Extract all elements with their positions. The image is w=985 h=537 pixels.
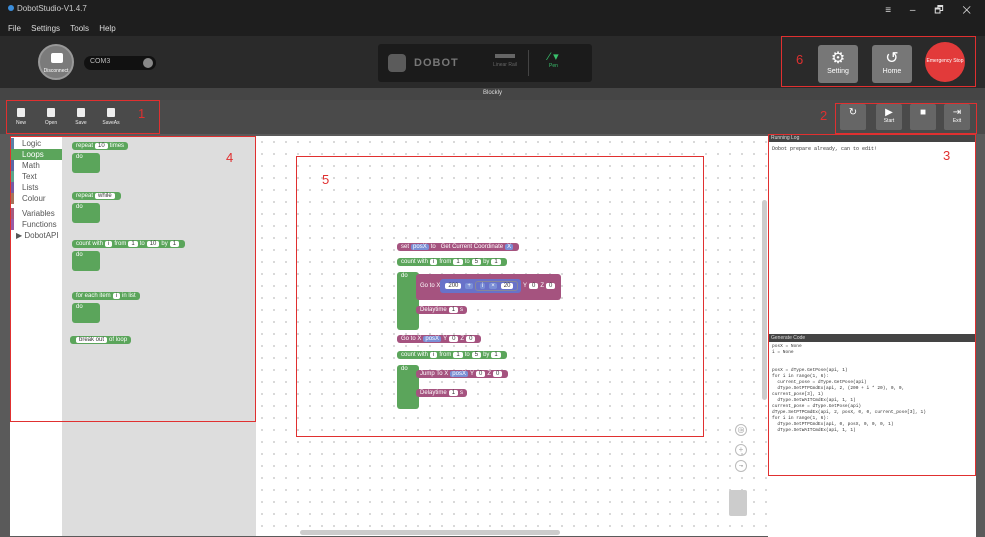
zoom-out-icon[interactable]: − [735, 460, 747, 472]
annotation-label-3: 3 [943, 148, 951, 163]
menu-help[interactable]: Help [99, 24, 115, 33]
annotation-label-4: 4 [226, 150, 234, 165]
zoom-in-icon[interactable]: + [735, 444, 747, 456]
zoom-reset-icon[interactable]: ◎ [735, 424, 747, 436]
right-panel-blank [768, 476, 976, 537]
refresh-icon[interactable] [143, 58, 153, 68]
trash-icon[interactable] [729, 490, 747, 516]
annotation-label-6: 6 [796, 52, 804, 67]
annotation-box-3 [768, 134, 976, 476]
tool-pen[interactable]: ⁄ ▾ Pen [528, 50, 578, 76]
tool-linear-rail[interactable]: Linear Rail [490, 50, 520, 76]
menu-bar: File Settings Tools Help [0, 22, 985, 36]
device-panel: DOBOT Linear Rail ⁄ ▾ Pen [378, 44, 592, 82]
menu-file[interactable]: File [8, 24, 21, 33]
port-value: COM3 [90, 58, 111, 65]
dobot-logo-icon [388, 54, 406, 72]
close-button[interactable]: ✕ [962, 5, 979, 16]
annotation-label-1: 1 [138, 106, 146, 121]
annotation-label-5: 5 [322, 172, 330, 187]
restore-button[interactable]: 🗗 [934, 5, 951, 16]
connect-button[interactable]: Disconnect [38, 44, 74, 80]
menu-tools[interactable]: Tools [70, 24, 89, 33]
workspace-horizontal-scrollbar[interactable] [300, 530, 560, 535]
minimize-button[interactable]: – [910, 5, 924, 16]
studio-title: Blockly [482, 90, 502, 96]
plug-icon [51, 53, 63, 63]
tool-linear-label: Linear Rail [493, 62, 517, 68]
workspace-vertical-scrollbar[interactable] [762, 200, 767, 400]
annotation-box-6 [781, 36, 976, 87]
pen-icon: ⁄ ▾ [548, 51, 559, 63]
annotation-box-1 [6, 100, 160, 134]
menu-icon[interactable]: ≡ [885, 5, 899, 16]
annotation-box-4 [10, 136, 256, 422]
device-logo-text: DOBOT [414, 57, 459, 69]
port-select[interactable]: COM3 [84, 56, 156, 70]
menu-settings[interactable]: Settings [31, 24, 60, 33]
annotation-label-2: 2 [820, 108, 828, 123]
window-title: DobotStudio-V1.4.7 [17, 4, 87, 13]
app-icon [8, 5, 14, 11]
tool-pen-label: Pen [549, 63, 558, 69]
connect-label: Disconnect [43, 68, 69, 74]
annotation-box-2 [835, 103, 977, 134]
studio-title-bar: Blockly [0, 88, 985, 100]
annotation-box-5 [296, 156, 704, 437]
title-bar: DobotStudio-V1.4.7 ≡ – 🗗 ✕ [0, 0, 985, 22]
